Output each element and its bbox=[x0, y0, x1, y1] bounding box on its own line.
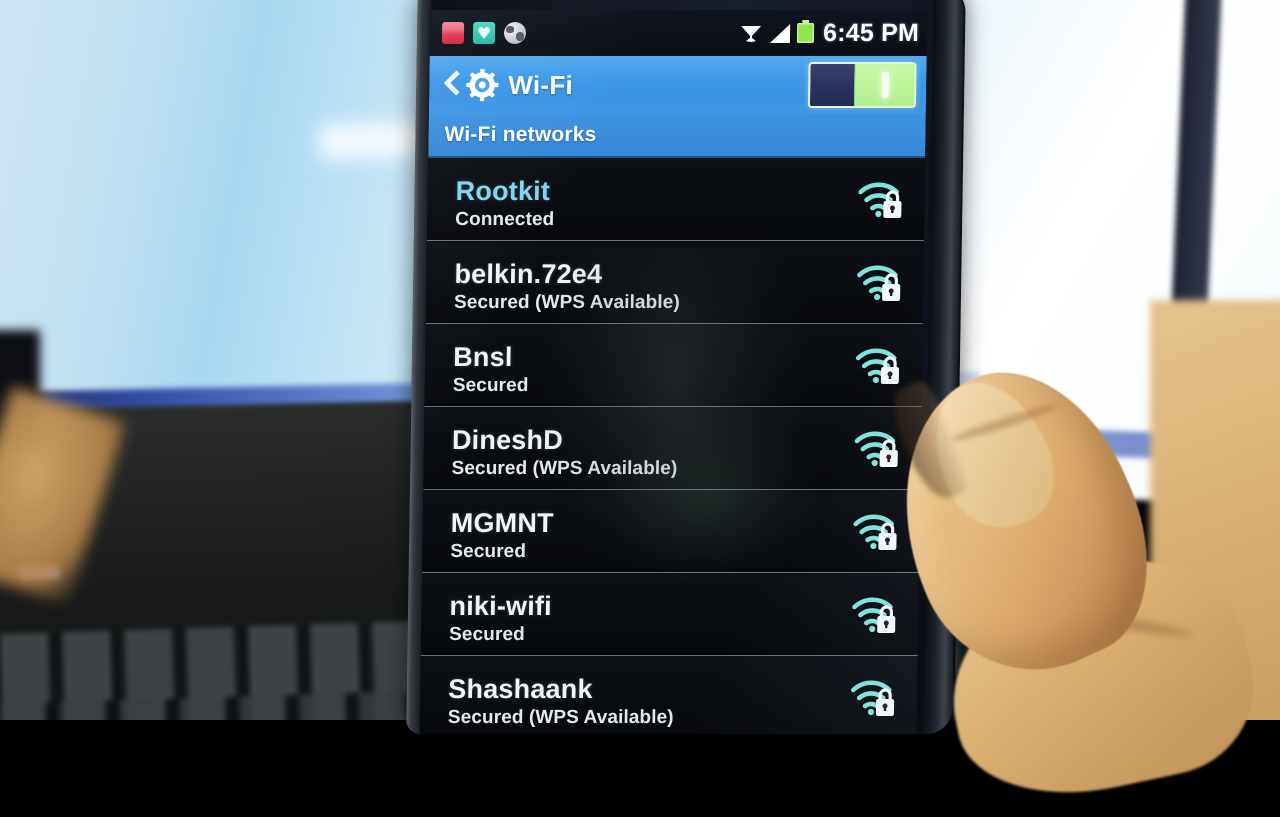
wifi-toggle-knob bbox=[809, 64, 856, 106]
network-ssid: niki-wifi bbox=[449, 591, 553, 622]
wifi-toggle[interactable] bbox=[807, 62, 917, 108]
network-status: Secured (WPS Available) bbox=[447, 706, 674, 728]
wifi-signal-lock-icon bbox=[853, 514, 897, 550]
network-row-bnsl[interactable]: Bnsl Secured bbox=[424, 324, 923, 407]
network-ssid: Shashaank bbox=[448, 674, 593, 705]
network-ssid: belkin.72e4 bbox=[454, 259, 603, 290]
section-header-label: Wi-Fi networks bbox=[444, 123, 597, 146]
wifi-signal-lock-icon bbox=[854, 431, 898, 467]
network-status: Secured bbox=[452, 374, 529, 396]
status-bar: 6:45 PM bbox=[429, 10, 928, 56]
network-row-rootkit[interactable]: Rootkit Connected bbox=[426, 158, 926, 241]
wifi-signal-lock-icon bbox=[850, 680, 895, 716]
network-ssid: MGMNT bbox=[450, 508, 554, 539]
status-bar-indicators: 6:45 PM bbox=[739, 19, 919, 48]
wifi-signal-lock-icon bbox=[857, 265, 901, 301]
action-bar: Wi-Fi bbox=[428, 56, 927, 114]
phone-screen: 6:45 PM Wi-Fi Wi-Fi networks Rootkit Con… bbox=[419, 10, 928, 734]
page-title: Wi-Fi bbox=[508, 69, 574, 100]
wifi-network-list[interactable]: Rootkit Connected belkin.72e4 Secured (W… bbox=[419, 158, 926, 734]
battery-icon bbox=[796, 23, 815, 43]
wifi-signal-lock-icon bbox=[852, 597, 896, 633]
network-row-shashaank[interactable]: Shashaank Secured (WPS Available) bbox=[419, 656, 918, 734]
wifi-toggle-track-on bbox=[854, 64, 915, 106]
antivirus-shield-icon bbox=[472, 22, 496, 44]
notification-icon-red bbox=[441, 22, 465, 44]
browser-globe-icon bbox=[503, 22, 527, 44]
wifi-signal-lock-icon bbox=[858, 182, 902, 218]
network-row-dineshd[interactable]: DineshD Secured (WPS Available) bbox=[423, 407, 922, 490]
settings-gear-icon bbox=[466, 68, 499, 102]
network-status: Secured (WPS Available) bbox=[453, 291, 680, 313]
network-row-niki-wifi[interactable]: niki-wifi Secured bbox=[420, 573, 920, 656]
network-status: Connected bbox=[455, 208, 555, 230]
network-ssid: Rootkit bbox=[455, 176, 551, 207]
status-bar-clock: 6:45 PM bbox=[822, 18, 920, 47]
network-status: Secured (WPS Available) bbox=[451, 457, 678, 479]
network-status: Secured bbox=[450, 540, 527, 562]
network-row-belkin[interactable]: belkin.72e4 Secured (WPS Available) bbox=[425, 241, 924, 324]
wifi-signal-lock-icon bbox=[855, 348, 900, 384]
network-ssid: Bnsl bbox=[452, 342, 513, 373]
status-bar-notifications bbox=[441, 22, 527, 44]
back-chevron-icon[interactable] bbox=[441, 70, 461, 100]
wifi-icon bbox=[741, 26, 762, 42]
cellular-signal-icon bbox=[769, 23, 791, 43]
section-header-wifi-networks: Wi-Fi networks bbox=[428, 114, 926, 158]
network-status: Secured bbox=[448, 623, 525, 645]
network-ssid: DineshD bbox=[451, 425, 564, 456]
network-row-mgmnt[interactable]: MGMNT Secured bbox=[422, 490, 921, 573]
background-desk bbox=[1150, 300, 1280, 720]
phone-device: 6:45 PM Wi-Fi Wi-Fi networks Rootkit Con… bbox=[404, 0, 966, 734]
